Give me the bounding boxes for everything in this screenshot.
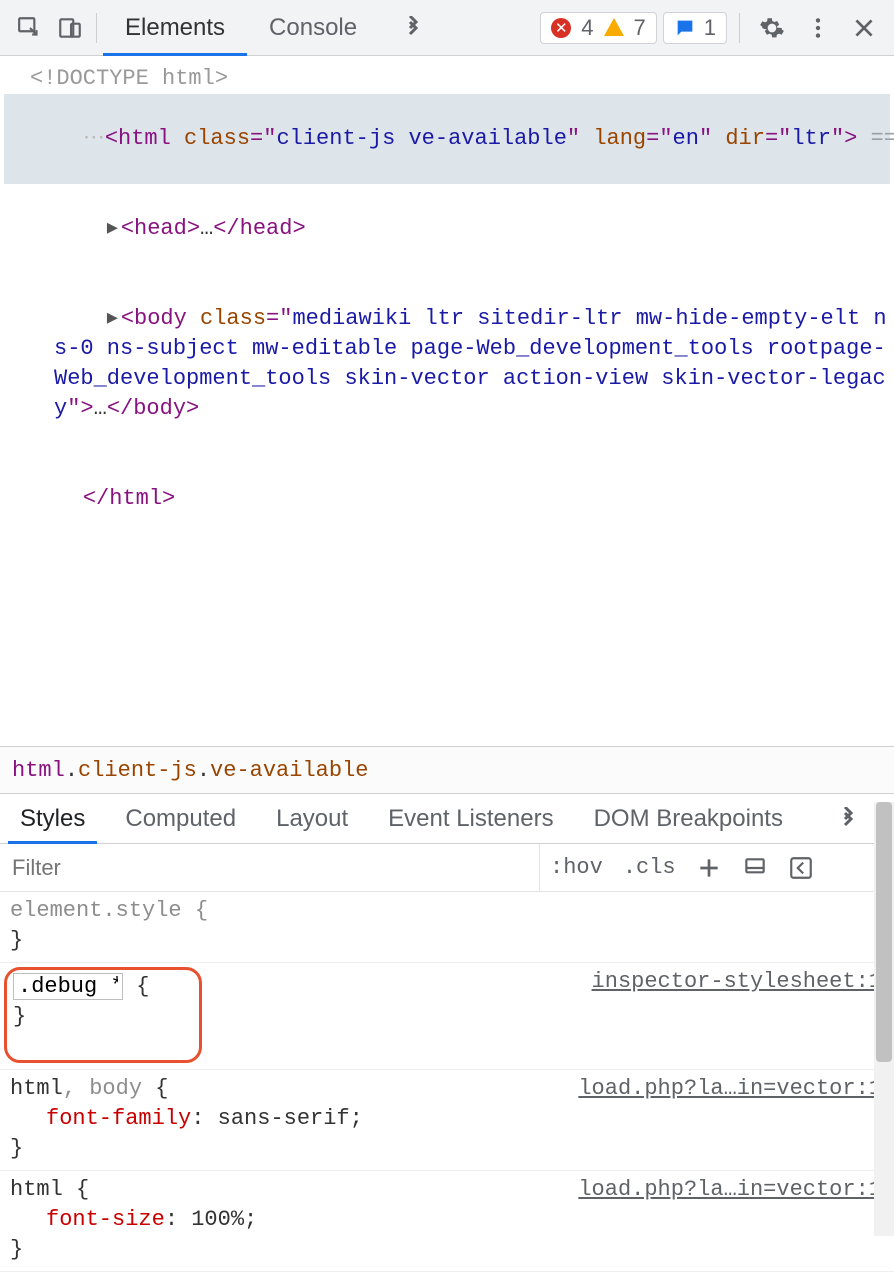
scrollbar-thumb[interactable] — [876, 802, 892, 1062]
toggle-cls-button[interactable]: .cls — [613, 844, 686, 891]
dom-body[interactable]: ▸<body class="mediawiki ltr sitedir-ltr … — [4, 274, 890, 454]
device-color-button[interactable] — [732, 844, 778, 891]
selected-node-ref: == $0 — [871, 126, 894, 151]
rule-close-brace: } — [10, 928, 23, 953]
rule-selector: element.style { — [10, 898, 208, 923]
rule-close-brace: } — [10, 1136, 23, 1161]
new-style-rule-button[interactable] — [686, 844, 732, 891]
expand-twisty-icon[interactable]: ▸ — [107, 304, 121, 334]
ellipsis-icon: ⋯ — [83, 126, 103, 151]
tab-overflow[interactable] — [379, 0, 447, 55]
css-property[interactable]: font-family — [10, 1106, 191, 1131]
device-toolbar-icon[interactable] — [50, 15, 90, 41]
rule-selector-input[interactable] — [13, 973, 123, 1000]
dom-doctype[interactable]: <!DOCTYPE html> — [4, 64, 890, 94]
subtab-dom-breakpoints[interactable]: DOM Breakpoints — [574, 794, 803, 843]
rule-html[interactable]: load.php?la…in=vector:1 html { font-size… — [0, 1171, 894, 1272]
expand-twisty-icon[interactable]: ▸ — [107, 214, 121, 244]
dom-html-close[interactable]: </html> — [4, 454, 890, 544]
close-icon[interactable] — [844, 15, 884, 41]
panel-tabs: Elements Console — [103, 0, 447, 55]
breadcrumb[interactable]: html.client-js.ve-available — [0, 746, 894, 794]
rule-debug-highlight[interactable]: inspector-stylesheet:1 { } — [0, 963, 894, 1070]
settings-icon[interactable] — [752, 15, 792, 41]
rule-source-link[interactable]: load.php?la…in=vector:1 — [578, 1175, 882, 1205]
dom-tree[interactable]: <!DOCTYPE html> ⋯<html class="client-js … — [0, 56, 894, 746]
computed-toggle-button[interactable] — [778, 844, 824, 891]
kebab-menu-icon[interactable] — [798, 15, 838, 41]
rule-close-brace: } — [10, 1237, 23, 1262]
inspect-element-icon[interactable] — [10, 15, 50, 41]
toolbar-divider — [96, 13, 97, 43]
toolbar-divider — [739, 13, 740, 43]
subtab-computed[interactable]: Computed — [105, 794, 256, 843]
dom-html-open[interactable]: ⋯<html class="client-js ve-available" la… — [4, 94, 890, 184]
styles-filter-bar: :hov .cls — [0, 844, 894, 892]
rule-close-brace: } — [13, 1004, 26, 1029]
css-value[interactable]: : sans-serif; — [191, 1106, 363, 1131]
devtools-toolbar: Elements Console ✕ 4 7 1 — [0, 0, 894, 56]
tab-elements[interactable]: Elements — [103, 0, 247, 55]
error-icon: ✕ — [551, 18, 571, 38]
rule-selector: html — [10, 1076, 63, 1101]
rule-element-style[interactable]: element.style { } — [0, 892, 894, 963]
css-property[interactable]: font-size — [10, 1207, 165, 1232]
rule-selector: html — [10, 1177, 63, 1202]
rule-source-link[interactable]: inspector-stylesheet:1 — [592, 967, 882, 997]
toggle-hov-button[interactable]: :hov — [540, 844, 613, 891]
error-count: 4 — [581, 15, 593, 41]
error-warning-pill[interactable]: ✕ 4 7 — [540, 12, 657, 44]
rule-html-body[interactable]: load.php?la…in=vector:1 html, body { fon… — [0, 1070, 894, 1171]
warning-icon — [604, 18, 624, 36]
breadcrumb-class: ve-available — [210, 758, 368, 783]
styles-scrollbar[interactable] — [874, 802, 894, 1236]
subtab-layout[interactable]: Layout — [256, 794, 368, 843]
styles-filter-input[interactable] — [0, 844, 540, 891]
issues-pill[interactable]: 1 — [663, 12, 727, 44]
warning-count: 7 — [634, 15, 646, 41]
subtab-overflow[interactable] — [816, 794, 880, 843]
tab-console[interactable]: Console — [247, 0, 379, 55]
issues-count: 1 — [704, 15, 716, 41]
breadcrumb-class: client-js — [78, 758, 197, 783]
styles-rules: element.style { } inspector-stylesheet:1… — [0, 892, 894, 1272]
styles-subtabs: Styles Computed Layout Event Listeners D… — [0, 794, 894, 844]
css-value[interactable]: : 100%; — [165, 1207, 257, 1232]
subtab-styles[interactable]: Styles — [0, 794, 105, 843]
breadcrumb-tag: html — [12, 758, 65, 783]
rule-source-link[interactable]: load.php?la…in=vector:1 — [578, 1074, 882, 1104]
dom-head[interactable]: ▸<head>…</head> — [4, 184, 890, 274]
subtab-event-listeners[interactable]: Event Listeners — [368, 794, 573, 843]
